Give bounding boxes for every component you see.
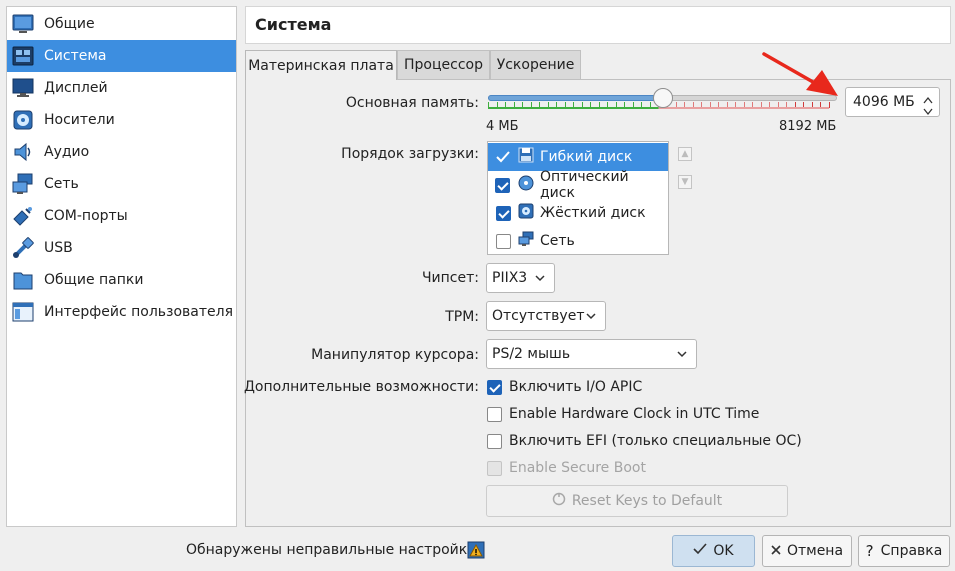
boot-item-hard-disk[interactable]: Жёсткий диск <box>488 199 668 227</box>
pointing-device-value: PS/2 мышь <box>492 346 571 362</box>
efi-checkbox[interactable] <box>487 433 502 449</box>
audio-icon <box>11 140 35 164</box>
optical-disc-icon <box>518 175 534 195</box>
chipset-label: Чипсет: <box>421 270 479 286</box>
tab-motherboard[interactable]: Материнская плата <box>245 50 397 80</box>
boot-hdd-checkbox[interactable] <box>495 205 511 221</box>
chipset-select[interactable]: PIIX3 <box>486 263 555 293</box>
reset-keys-label: Reset Keys to Default <box>571 493 723 509</box>
memory-spinbox[interactable]: 4096 МБ <box>845 87 940 117</box>
boot-order-list[interactable]: Гибкий диск Оптический диск Жёсткий диск… <box>487 141 669 255</box>
serial-ports-icon <box>11 204 35 228</box>
memory-label: Основная память: <box>345 95 479 111</box>
warning-text: Обнаружены неправильные настройки <box>186 542 477 558</box>
tpm-select[interactable]: Отсутствует <box>486 301 606 331</box>
warning-icon[interactable] <box>467 541 485 563</box>
efi-label: Включить EFI (только специальные ОС) <box>509 433 802 449</box>
sidebar-item-storage[interactable]: Носители <box>7 104 236 136</box>
utc-clock-label: Enable Hardware Clock in UTC Time <box>509 406 760 422</box>
sidebar-item-system[interactable]: Система <box>7 40 236 72</box>
cancel-button[interactable]: Отмена <box>762 535 852 567</box>
shared-folders-icon <box>11 268 35 292</box>
sidebar-item-general[interactable]: Общие <box>7 8 236 40</box>
tab-acceleration[interactable]: Ускорение <box>490 50 581 79</box>
close-icon <box>771 543 781 559</box>
io-apic-option[interactable]: Включить I/O APIC <box>487 377 642 397</box>
ok-button[interactable]: OK <box>672 535 755 567</box>
boot-optical-checkbox[interactable] <box>495 177 511 193</box>
display-icon <box>11 76 35 100</box>
sidebar-item-audio[interactable]: Аудио <box>7 136 236 168</box>
io-apic-checkbox[interactable] <box>487 379 502 395</box>
chevron-down-icon <box>676 348 688 364</box>
boot-order-label: Порядок загрузки: <box>341 146 479 162</box>
ok-label: OK <box>713 543 734 559</box>
memory-value: 4096 МБ <box>853 94 915 110</box>
reset-icon <box>552 492 566 510</box>
extended-features-label: Дополнительные возможности: <box>243 379 479 395</box>
checkmark-icon[interactable] <box>488 151 518 163</box>
memory-slider-handle[interactable] <box>652 88 673 108</box>
hard-disk-icon <box>518 203 534 223</box>
usb-icon <box>11 236 35 260</box>
general-icon <box>11 12 35 36</box>
arrow-up-icon: ▲ <box>681 149 689 159</box>
annotation-arrow-icon <box>762 52 838 96</box>
boot-item-floppy[interactable]: Гибкий диск <box>488 143 668 171</box>
chevron-down-icon <box>585 310 597 326</box>
memory-min-label: 4 МБ <box>486 119 519 134</box>
check-icon <box>693 543 707 559</box>
network-icon <box>11 172 35 196</box>
sidebar-item-user-interface[interactable]: Интерфейс пользователя <box>7 296 236 328</box>
slider-tick <box>829 102 830 108</box>
sidebar-item-usb[interactable]: USB <box>7 232 236 264</box>
help-button[interactable]: ? Справка <box>858 535 950 567</box>
reset-keys-button: Reset Keys to Default <box>486 485 788 517</box>
boot-item-label: Гибкий диск <box>540 149 633 165</box>
move-down-button[interactable]: ▼ <box>678 175 692 189</box>
cancel-label: Отмена <box>786 543 844 559</box>
spin-down-icon[interactable] <box>923 104 933 120</box>
boot-item-label: Сеть <box>540 233 575 249</box>
tab-processor[interactable]: Процессор <box>397 50 490 79</box>
boot-item-label: Оптический диск <box>539 169 629 201</box>
storage-icon <box>11 108 35 132</box>
boot-item-optical[interactable]: Оптический диск <box>488 169 668 201</box>
memory-max-label: 8192 МБ <box>779 119 837 134</box>
secure-boot-checkbox <box>487 460 502 476</box>
efi-option[interactable]: Включить EFI (только специальные ОС) <box>487 431 802 451</box>
sidebar-item-network[interactable]: Сеть <box>7 168 236 200</box>
user-interface-icon <box>11 300 35 324</box>
page-header: Система <box>245 6 951 44</box>
pointing-device-label: Манипулятор курсора: <box>311 347 479 363</box>
io-apic-label: Включить I/O APIC <box>509 379 643 395</box>
chevron-down-icon <box>534 272 546 288</box>
sidebar-item-display[interactable]: Дисплей <box>7 72 236 104</box>
page-title: Система <box>255 15 332 34</box>
settings-sidebar: Общие Система Дисплей Носители Аудио Сет… <box>6 6 237 527</box>
secure-boot-label: Enable Secure Boot <box>509 460 646 476</box>
utc-clock-checkbox[interactable] <box>487 406 502 422</box>
tpm-value: Отсутствует <box>492 308 585 324</box>
help-icon: ? <box>865 542 874 560</box>
utc-clock-option[interactable]: Enable Hardware Clock in UTC Time <box>487 404 759 424</box>
chipset-value: PIIX3 <box>492 270 528 286</box>
system-icon <box>11 44 35 68</box>
network-icon <box>518 231 534 251</box>
sidebar-item-shared-folders[interactable]: Общие папки <box>7 264 236 296</box>
boot-network-checkbox[interactable] <box>495 233 511 249</box>
memory-slider-fill <box>488 95 663 101</box>
boot-item-label: Жёсткий диск <box>540 205 646 221</box>
arrow-down-icon: ▼ <box>681 177 689 187</box>
pointing-device-select[interactable]: PS/2 мышь <box>486 339 697 369</box>
boot-item-network[interactable]: Сеть <box>488 227 668 255</box>
floppy-icon <box>518 147 534 167</box>
help-label: Справка <box>880 543 943 559</box>
sidebar-item-serial-ports[interactable]: COM-порты <box>7 200 236 232</box>
tpm-label: TPM: <box>445 309 479 325</box>
secure-boot-option: Enable Secure Boot <box>487 458 646 478</box>
move-up-button[interactable]: ▲ <box>678 147 692 161</box>
